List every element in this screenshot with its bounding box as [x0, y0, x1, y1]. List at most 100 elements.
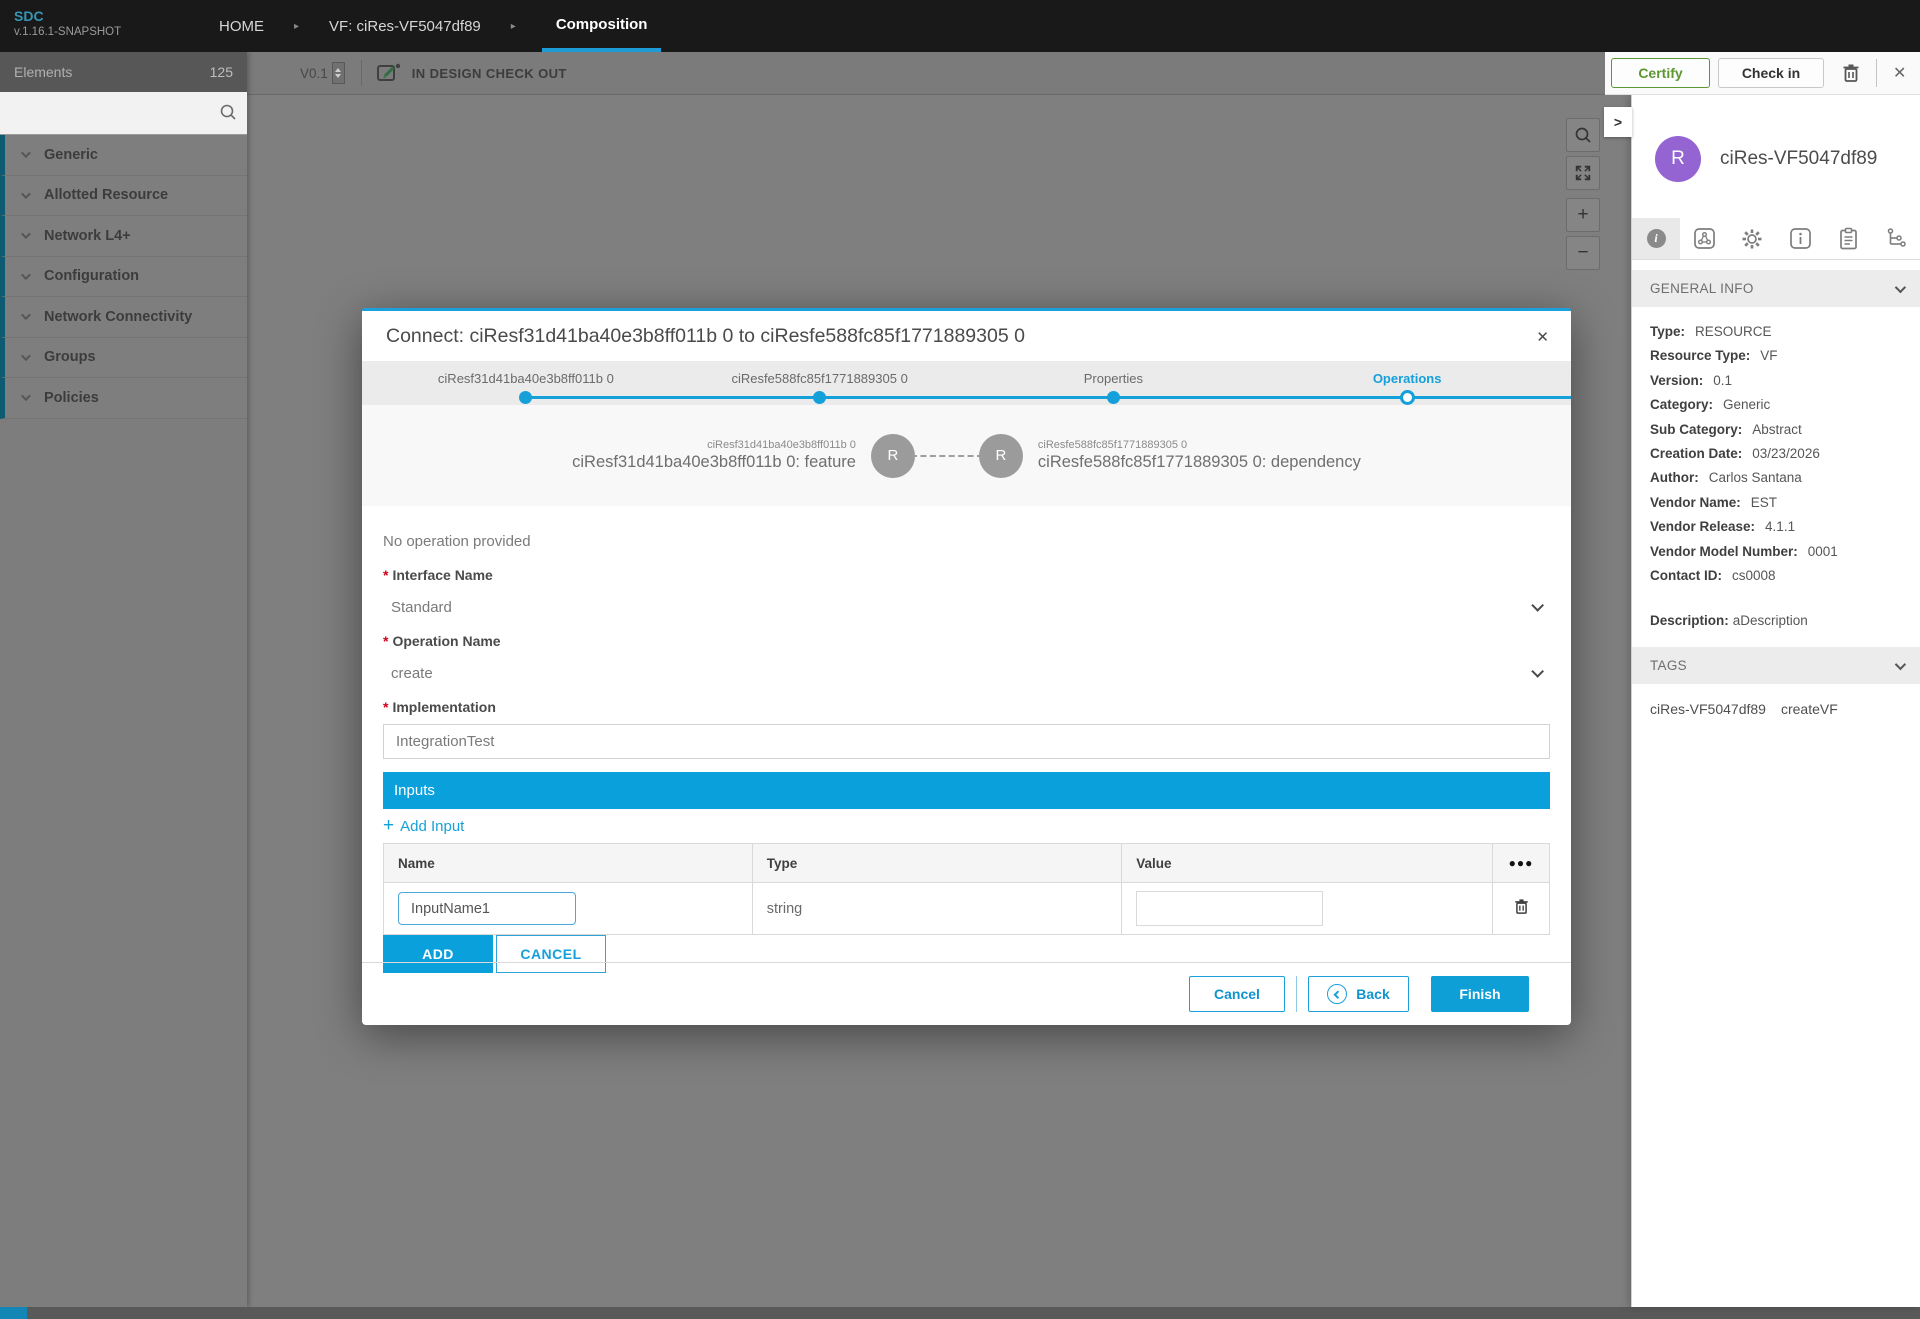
- no-operation-text: No operation provided: [383, 533, 1550, 550]
- info-square-icon: [1789, 227, 1812, 250]
- input-value-field[interactable]: [1136, 891, 1323, 926]
- to-node-name: ciResfe588fc85f1771889305 0: [1038, 439, 1187, 451]
- column-type: Type: [752, 844, 1122, 883]
- implementation-input[interactable]: [383, 724, 1550, 759]
- sidebar-item-network-connectivity[interactable]: Network Connectivity: [0, 297, 247, 338]
- back-button[interactable]: Back: [1308, 976, 1409, 1012]
- tab-information[interactable]: i: [1632, 218, 1680, 259]
- tab-properties[interactable]: [1728, 218, 1776, 259]
- step-from-node[interactable]: ciResf31d41ba40e3b8ff011b 0: [379, 361, 673, 405]
- step-dot-icon: [813, 391, 826, 404]
- sidebar-item-generic[interactable]: Generic: [0, 135, 247, 176]
- implementation-label: *Implementation: [383, 699, 1550, 715]
- elements-count: 125: [210, 64, 233, 80]
- footer-divider: [1296, 976, 1297, 1012]
- delete-trash-icon[interactable]: [1514, 898, 1529, 915]
- operation-form: No operation provided *Interface Name St…: [362, 533, 1571, 973]
- version-label: V0.1: [300, 66, 328, 81]
- step-to-node[interactable]: ciResfe588fc85f1771889305 0: [673, 361, 967, 405]
- required-asterisk: *: [383, 699, 388, 715]
- check-in-button[interactable]: Check in: [1718, 58, 1824, 88]
- finish-button[interactable]: Finish: [1431, 976, 1529, 1012]
- clipboard-icon: [1838, 227, 1859, 251]
- modal-title: Connect: ciResf31d41ba40e3b8ff011b 0 to …: [386, 325, 1025, 347]
- tags-header[interactable]: TAGS: [1632, 647, 1920, 684]
- step-dot-icon: [1400, 390, 1415, 405]
- sidebar-item-network-l4[interactable]: Network L4+: [0, 216, 247, 257]
- elements-search: [0, 92, 247, 135]
- tab-composition-deps[interactable]: [1873, 218, 1920, 259]
- breadcrumb-home[interactable]: HOME: [215, 0, 268, 52]
- description-value: aDescription: [1733, 613, 1808, 628]
- general-info-header[interactable]: GENERAL INFO: [1632, 270, 1920, 307]
- sidebar-item-groups[interactable]: Groups: [0, 338, 247, 379]
- info-row: Vendor Release:4.1.1: [1650, 515, 1903, 539]
- chevron-down-icon: [21, 310, 31, 320]
- close-icon[interactable]: ✕: [1536, 328, 1549, 346]
- add-input-link[interactable]: + Add Input: [383, 815, 464, 837]
- from-node-capability: ciResf31d41ba40e3b8ff011b 0: feature: [572, 453, 856, 472]
- modal-title-row: Connect: ciResf31d41ba40e3b8ff011b 0 to …: [362, 308, 1571, 361]
- lifecycle-status-label: IN DESIGN CHECK OUT: [412, 66, 567, 81]
- tab-requirements[interactable]: [1825, 218, 1873, 259]
- panel-collapse-button[interactable]: >: [1604, 107, 1632, 137]
- logo-title: SDC: [14, 7, 121, 25]
- fullscreen-icon[interactable]: [1566, 156, 1600, 190]
- search-input[interactable]: [0, 92, 247, 134]
- from-node-circle: R: [871, 434, 915, 478]
- spinner-up-icon: [335, 68, 341, 72]
- checkout-edit-icon: [376, 62, 402, 84]
- app-header: SDC v.1.16.1-SNAPSHOT HOME ▸ VF: ciRes-V…: [0, 0, 1920, 52]
- description-row: Description:aDescription: [1650, 611, 1903, 631]
- breadcrumb-arrow-icon: ▸: [511, 21, 516, 32]
- tag-item: createVF: [1781, 701, 1838, 717]
- interface-name-select[interactable]: Standard: [383, 599, 1550, 616]
- input-type-cell: string: [752, 883, 1122, 935]
- operation-name-select[interactable]: create: [383, 665, 1550, 682]
- chevron-down-icon: [21, 148, 31, 158]
- info-row: Category:Generic: [1650, 393, 1903, 417]
- toolbar-divider: [1876, 59, 1877, 87]
- sdc-logo[interactable]: SDC v.1.16.1-SNAPSHOT: [14, 7, 121, 39]
- page-footer: [0, 1307, 1920, 1319]
- to-node-requirement: ciResfe588fc85f1771889305 0: dependency: [1038, 453, 1361, 472]
- chevron-down-icon: [21, 189, 31, 199]
- tab-information-artifacts[interactable]: [1777, 218, 1825, 259]
- delete-trash-icon[interactable]: [1842, 63, 1860, 83]
- breadcrumb-vf[interactable]: VF: ciRes-VF5047df89: [325, 0, 485, 52]
- zoom-in-button[interactable]: +: [1566, 198, 1600, 232]
- elements-sidebar: Elements 125 Generic Allotted Resource N…: [0, 52, 247, 1307]
- row-actions-cell: [1493, 883, 1550, 935]
- avatar: R: [1655, 136, 1701, 182]
- zoom-out-button[interactable]: −: [1566, 236, 1600, 270]
- chevron-down-icon: [1895, 659, 1906, 670]
- column-value: Value: [1122, 844, 1493, 883]
- step-operations[interactable]: Operations: [1260, 361, 1554, 405]
- close-icon[interactable]: ✕: [1893, 63, 1906, 83]
- breadcrumb-composition[interactable]: Composition: [542, 0, 662, 52]
- artifacts-icon: [1693, 227, 1716, 250]
- version-dropdown[interactable]: [332, 62, 345, 84]
- info-row: Creation Date:03/23/2026: [1650, 442, 1903, 466]
- sidebar-item-configuration[interactable]: Configuration: [0, 257, 247, 298]
- connection-dashed-line: [911, 455, 983, 457]
- from-node-labels: ciResf31d41ba40e3b8ff011b 0 ciResf31d41b…: [572, 439, 856, 472]
- footer-accent-square: [0, 1307, 27, 1319]
- canvas-search-button[interactable]: [1566, 118, 1600, 152]
- tags-title: TAGS: [1650, 658, 1687, 673]
- from-node-name: ciResf31d41ba40e3b8ff011b 0: [707, 439, 856, 451]
- sidebar-item-policies[interactable]: Policies: [0, 378, 247, 419]
- search-icon[interactable]: [219, 103, 237, 121]
- cancel-button[interactable]: Cancel: [1189, 976, 1285, 1012]
- resource-info-panel: R ciRes-VF5047df89 i GENERAL INFO: [1631, 95, 1920, 1307]
- tab-artifacts[interactable]: [1680, 218, 1728, 259]
- chevron-down-icon: [21, 391, 31, 401]
- input-name-field[interactable]: [398, 892, 576, 925]
- sdc-composition-page: SDC v.1.16.1-SNAPSHOT HOME ▸ VF: ciRes-V…: [0, 0, 1920, 1319]
- certify-button[interactable]: Certify: [1611, 58, 1710, 88]
- step-properties[interactable]: Properties: [967, 361, 1261, 405]
- inputs-section-header: Inputs: [383, 772, 1550, 809]
- sidebar-item-allotted-resource[interactable]: Allotted Resource: [0, 176, 247, 217]
- breadcrumb: HOME ▸ VF: ciRes-VF5047df89 ▸ Compositio…: [215, 0, 661, 52]
- general-info-fields: Type:RESOURCE Resource Type:VF Version:0…: [1632, 307, 1920, 631]
